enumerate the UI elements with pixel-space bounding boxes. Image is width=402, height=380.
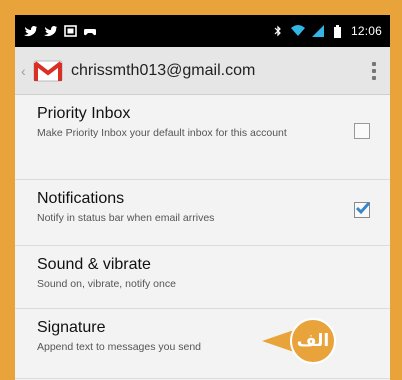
system-icons: 12:06 xyxy=(271,24,382,38)
overflow-menu-icon[interactable] xyxy=(364,61,384,80)
setting-title: Notifications xyxy=(37,190,125,207)
setting-subtitle: Sound on, vibrate, notify once xyxy=(37,278,176,290)
gmail-icon[interactable] xyxy=(33,59,63,83)
check-mark-icon xyxy=(355,202,371,215)
setting-subtitle: Make Priority Inbox your default inbox f… xyxy=(37,127,287,139)
setting-notifications[interactable]: Notifications Notify in status bar when … xyxy=(15,180,390,246)
battery-icon xyxy=(331,24,345,38)
notification-icons xyxy=(23,24,97,38)
account-email[interactable]: chrissmth013@gmail.com xyxy=(71,62,364,80)
setting-priority-inbox[interactable]: Priority Inbox Make Priority Inbox your … xyxy=(15,95,390,180)
setting-sound-vibrate[interactable]: Sound & vibrate Sound on, vibrate, notif… xyxy=(15,246,390,309)
wifi-icon xyxy=(290,24,305,38)
notifications-checkbox[interactable] xyxy=(354,202,371,218)
callout-label: الف xyxy=(290,318,336,364)
gallery-icon xyxy=(63,24,77,38)
bluetooth-icon xyxy=(271,24,285,38)
action-bar: ‹ chrissmth013@gmail.com xyxy=(15,47,390,95)
game-controller-icon xyxy=(83,24,97,38)
clock: 12:06 xyxy=(350,24,382,38)
setting-subtitle: Notify in status bar when email arrives xyxy=(37,212,215,224)
signal-icon xyxy=(311,24,325,38)
twitter-icon xyxy=(23,24,37,38)
setting-title: Sound & vibrate xyxy=(37,256,151,273)
status-bar: 12:06 xyxy=(15,15,390,47)
setting-title: Priority Inbox xyxy=(37,105,131,122)
phone-screen: 12:06 ‹ chrissmth013@gmail.com Priority … xyxy=(15,15,390,380)
twitter-icon xyxy=(43,24,57,38)
priority-inbox-checkbox[interactable] xyxy=(354,123,370,139)
setting-title: Signature xyxy=(37,319,106,336)
up-chevron-icon[interactable]: ‹ xyxy=(21,63,31,79)
